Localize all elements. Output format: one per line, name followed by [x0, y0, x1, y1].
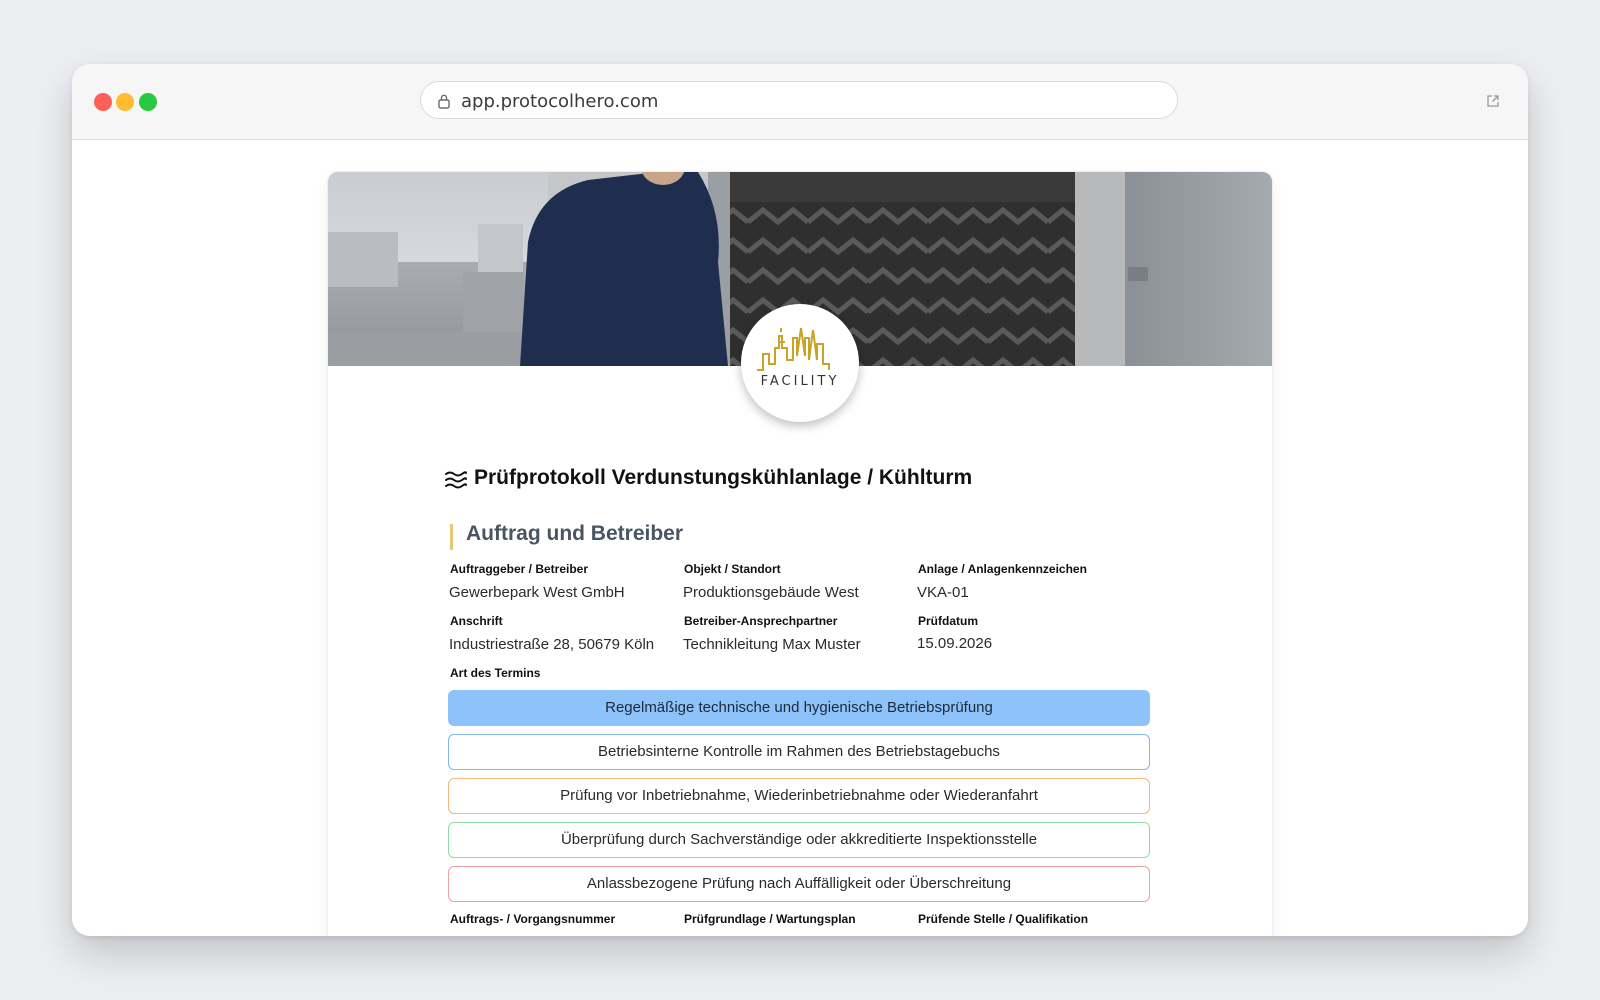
waves-icon — [445, 471, 467, 489]
termin-option-anlassbezogen[interactable]: Anlassbezogene Prüfung nach Auffälligkei… — [448, 866, 1150, 902]
field-label-anschrift: Anschrift — [450, 614, 503, 628]
open-external-icon[interactable] — [1486, 94, 1500, 108]
field-label-pruefdatum: Prüfdatum — [918, 614, 978, 628]
field-value-auftraggeber[interactable]: Gewerbepark West GmbH — [449, 584, 625, 601]
document-title: Prüfprotokoll Verdunstungskühlanlage / K… — [474, 466, 973, 489]
field-label-anlage: Anlage / Anlagenkennzeichen — [918, 562, 1087, 576]
termin-option-betriebsintern[interactable]: Betriebsinterne Kontrolle im Rahmen des … — [448, 734, 1150, 770]
field-value-anlage[interactable]: VKA-01 — [917, 584, 969, 601]
field-label-pruefgrundlage: Prüfgrundlage / Wartungsplan — [684, 912, 856, 926]
url-text: app.protocolhero.com — [461, 91, 659, 112]
field-value-pruefdatum[interactable]: 15.09.2026 — [917, 635, 992, 652]
field-label-auftraggeber: Auftraggeber / Betreiber — [450, 562, 589, 576]
protocol-card: FACILITY Prüfprotokoll Verdunstungskühla… — [328, 172, 1272, 936]
field-value-anschrift[interactable]: Industriestraße 28, 50679 Köln — [449, 636, 654, 653]
field-label-pruefende-stelle: Prüfende Stelle / Qualifikation — [918, 912, 1089, 926]
field-value-objekt[interactable]: Produktionsgebäude West — [683, 584, 859, 601]
logo-text: FACILITY — [760, 374, 840, 389]
field-label-auftragsnummer: Auftrags- / Vorgangsnummer — [450, 912, 616, 926]
page-viewport: FACILITY Prüfprotokoll Verdunstungskühla… — [72, 140, 1528, 936]
field-value-ansprechpartner[interactable]: Technikleitung Max Muster — [683, 636, 861, 653]
lock-icon — [438, 94, 450, 109]
skyline-logo-icon — [757, 327, 830, 371]
section-title: Auftrag und Betreiber — [466, 522, 684, 545]
close-window-button[interactable] — [94, 93, 112, 111]
browser-toolbar: app.protocolhero.com — [72, 64, 1528, 140]
field-label-ansprechpartner: Betreiber-Ansprechpartner — [684, 614, 838, 628]
termin-option-regelmaessig[interactable]: Regelmäßige technische und hygienische B… — [448, 690, 1150, 726]
termin-option-inbetriebnahme[interactable]: Prüfung vor Inbetriebnahme, Wiederinbetr… — [448, 778, 1150, 814]
browser-window: app.protocolhero.com FACILITY Prüfprotok… — [72, 64, 1528, 936]
address-bar[interactable]: app.protocolhero.com — [420, 81, 1178, 119]
termin-option-sachverstaendige[interactable]: Überprüfung durch Sachverständige oder a… — [448, 822, 1150, 858]
maximize-window-button[interactable] — [139, 93, 157, 111]
section-accent-bar — [450, 524, 453, 550]
minimize-window-button[interactable] — [116, 93, 134, 111]
field-label-objekt: Objekt / Standort — [684, 562, 781, 576]
company-logo: FACILITY — [741, 304, 859, 422]
field-label-art-des-termins: Art des Termins — [450, 666, 541, 680]
